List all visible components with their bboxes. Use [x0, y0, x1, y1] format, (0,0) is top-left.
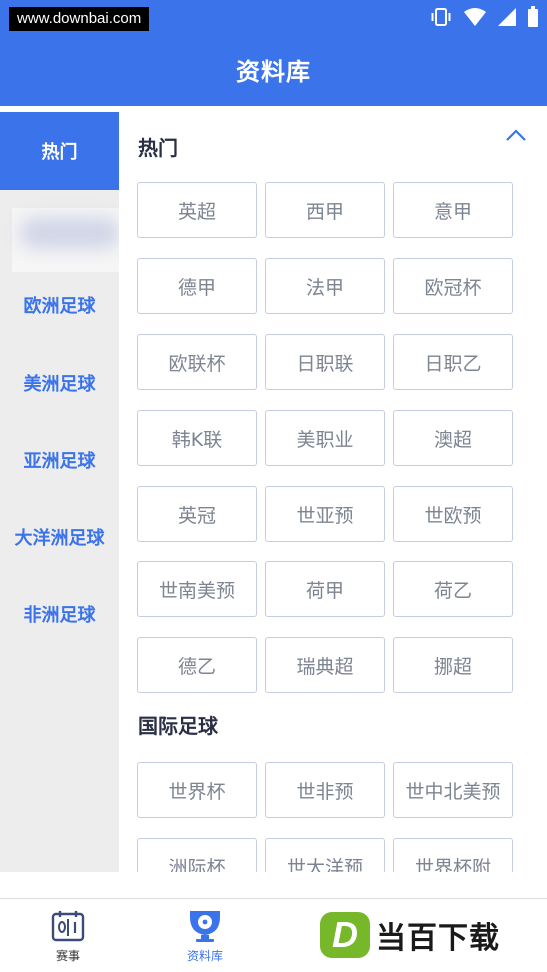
brand-name: 当百下载 — [376, 921, 500, 956]
league-tag[interactable]: 欧联杯 — [137, 334, 257, 390]
league-content: 热门 英超 西甲 意甲 德甲 法甲 欧冠杯 欧联杯 日职联 日职乙 韩K联 美职… — [119, 112, 547, 872]
league-tag[interactable]: 世欧预 — [393, 486, 513, 542]
league-tag[interactable]: 世界杯附 — [393, 838, 513, 872]
league-tag[interactable]: 世界杯 — [137, 762, 257, 818]
league-tag[interactable]: 意甲 — [393, 182, 513, 238]
league-tag[interactable]: 荷甲 — [265, 561, 385, 617]
sidebar-item-oceania[interactable]: 大洋洲足球 — [0, 498, 119, 576]
league-tag[interactable]: 世大洋预 — [265, 838, 385, 872]
league-tag[interactable]: 法甲 — [265, 258, 385, 314]
brand-badge: D — [320, 912, 370, 958]
status-bar-icons — [429, 6, 539, 28]
league-tag[interactable]: 澳超 — [393, 410, 513, 466]
league-tag[interactable]: 西甲 — [265, 182, 385, 238]
sidebar-item-hot[interactable]: 热门 — [0, 112, 119, 190]
league-tag[interactable]: 德甲 — [137, 258, 257, 314]
section-title-international: 国际足球 — [138, 714, 218, 738]
watermark-url: www.downbai.com — [9, 7, 150, 31]
nav-item-database[interactable]: 资料库 — [165, 909, 245, 964]
section-title-hot: 热门 — [138, 136, 178, 160]
chevron-up-icon[interactable] — [505, 128, 527, 142]
league-tag[interactable]: 世南美预 — [137, 561, 257, 617]
battery-icon — [528, 6, 538, 27]
nav-item-matches[interactable]: 赛事 — [28, 909, 108, 964]
trophy-ball-icon — [190, 911, 220, 942]
league-tag[interactable]: 世非预 — [265, 762, 385, 818]
page-title: 资料库 — [236, 58, 311, 86]
nav-label-database: 资料库 — [186, 949, 223, 963]
signal-icon — [498, 8, 516, 26]
league-tag[interactable]: 美职业 — [265, 410, 385, 466]
brand-watermark-logo: D 当百下载 — [320, 912, 500, 958]
league-tag[interactable]: 瑞典超 — [265, 637, 385, 693]
league-tag[interactable]: 韩K联 — [137, 410, 257, 466]
vibrate-icon — [431, 8, 451, 26]
sidebar-item-asia[interactable]: 亚洲足球 — [0, 421, 119, 499]
league-tag[interactable]: 挪超 — [393, 637, 513, 693]
league-tag[interactable]: 日职乙 — [393, 334, 513, 390]
sidebar-item-africa[interactable]: 非洲足球 — [0, 575, 119, 653]
league-tag[interactable]: 世中北美预 — [393, 762, 513, 818]
category-sidebar: 热门 欧洲足球 美洲足球 亚洲足球 大洋洲足球 非洲足球 — [0, 112, 174, 872]
league-tag[interactable]: 欧冠杯 — [393, 258, 513, 314]
league-tag[interactable]: 英冠 — [137, 486, 257, 542]
sidebar-item-americas[interactable]: 美洲足球 — [0, 344, 119, 422]
league-tag[interactable]: 世亚预 — [265, 486, 385, 542]
league-tag[interactable]: 荷乙 — [393, 561, 513, 617]
scoreboard-icon — [51, 911, 85, 942]
league-tag[interactable]: 日职联 — [265, 334, 385, 390]
league-tag[interactable]: 英超 — [137, 182, 257, 238]
sidebar-item-europe[interactable]: 欧洲足球 — [0, 266, 119, 344]
app-header: www.downbai.com 资料库 — [0, 0, 547, 106]
wifi-icon — [464, 8, 486, 26]
league-tag[interactable]: 洲际杯 — [137, 838, 257, 872]
nav-label-matches: 赛事 — [55, 949, 80, 963]
league-tag[interactable]: 德乙 — [137, 637, 257, 693]
